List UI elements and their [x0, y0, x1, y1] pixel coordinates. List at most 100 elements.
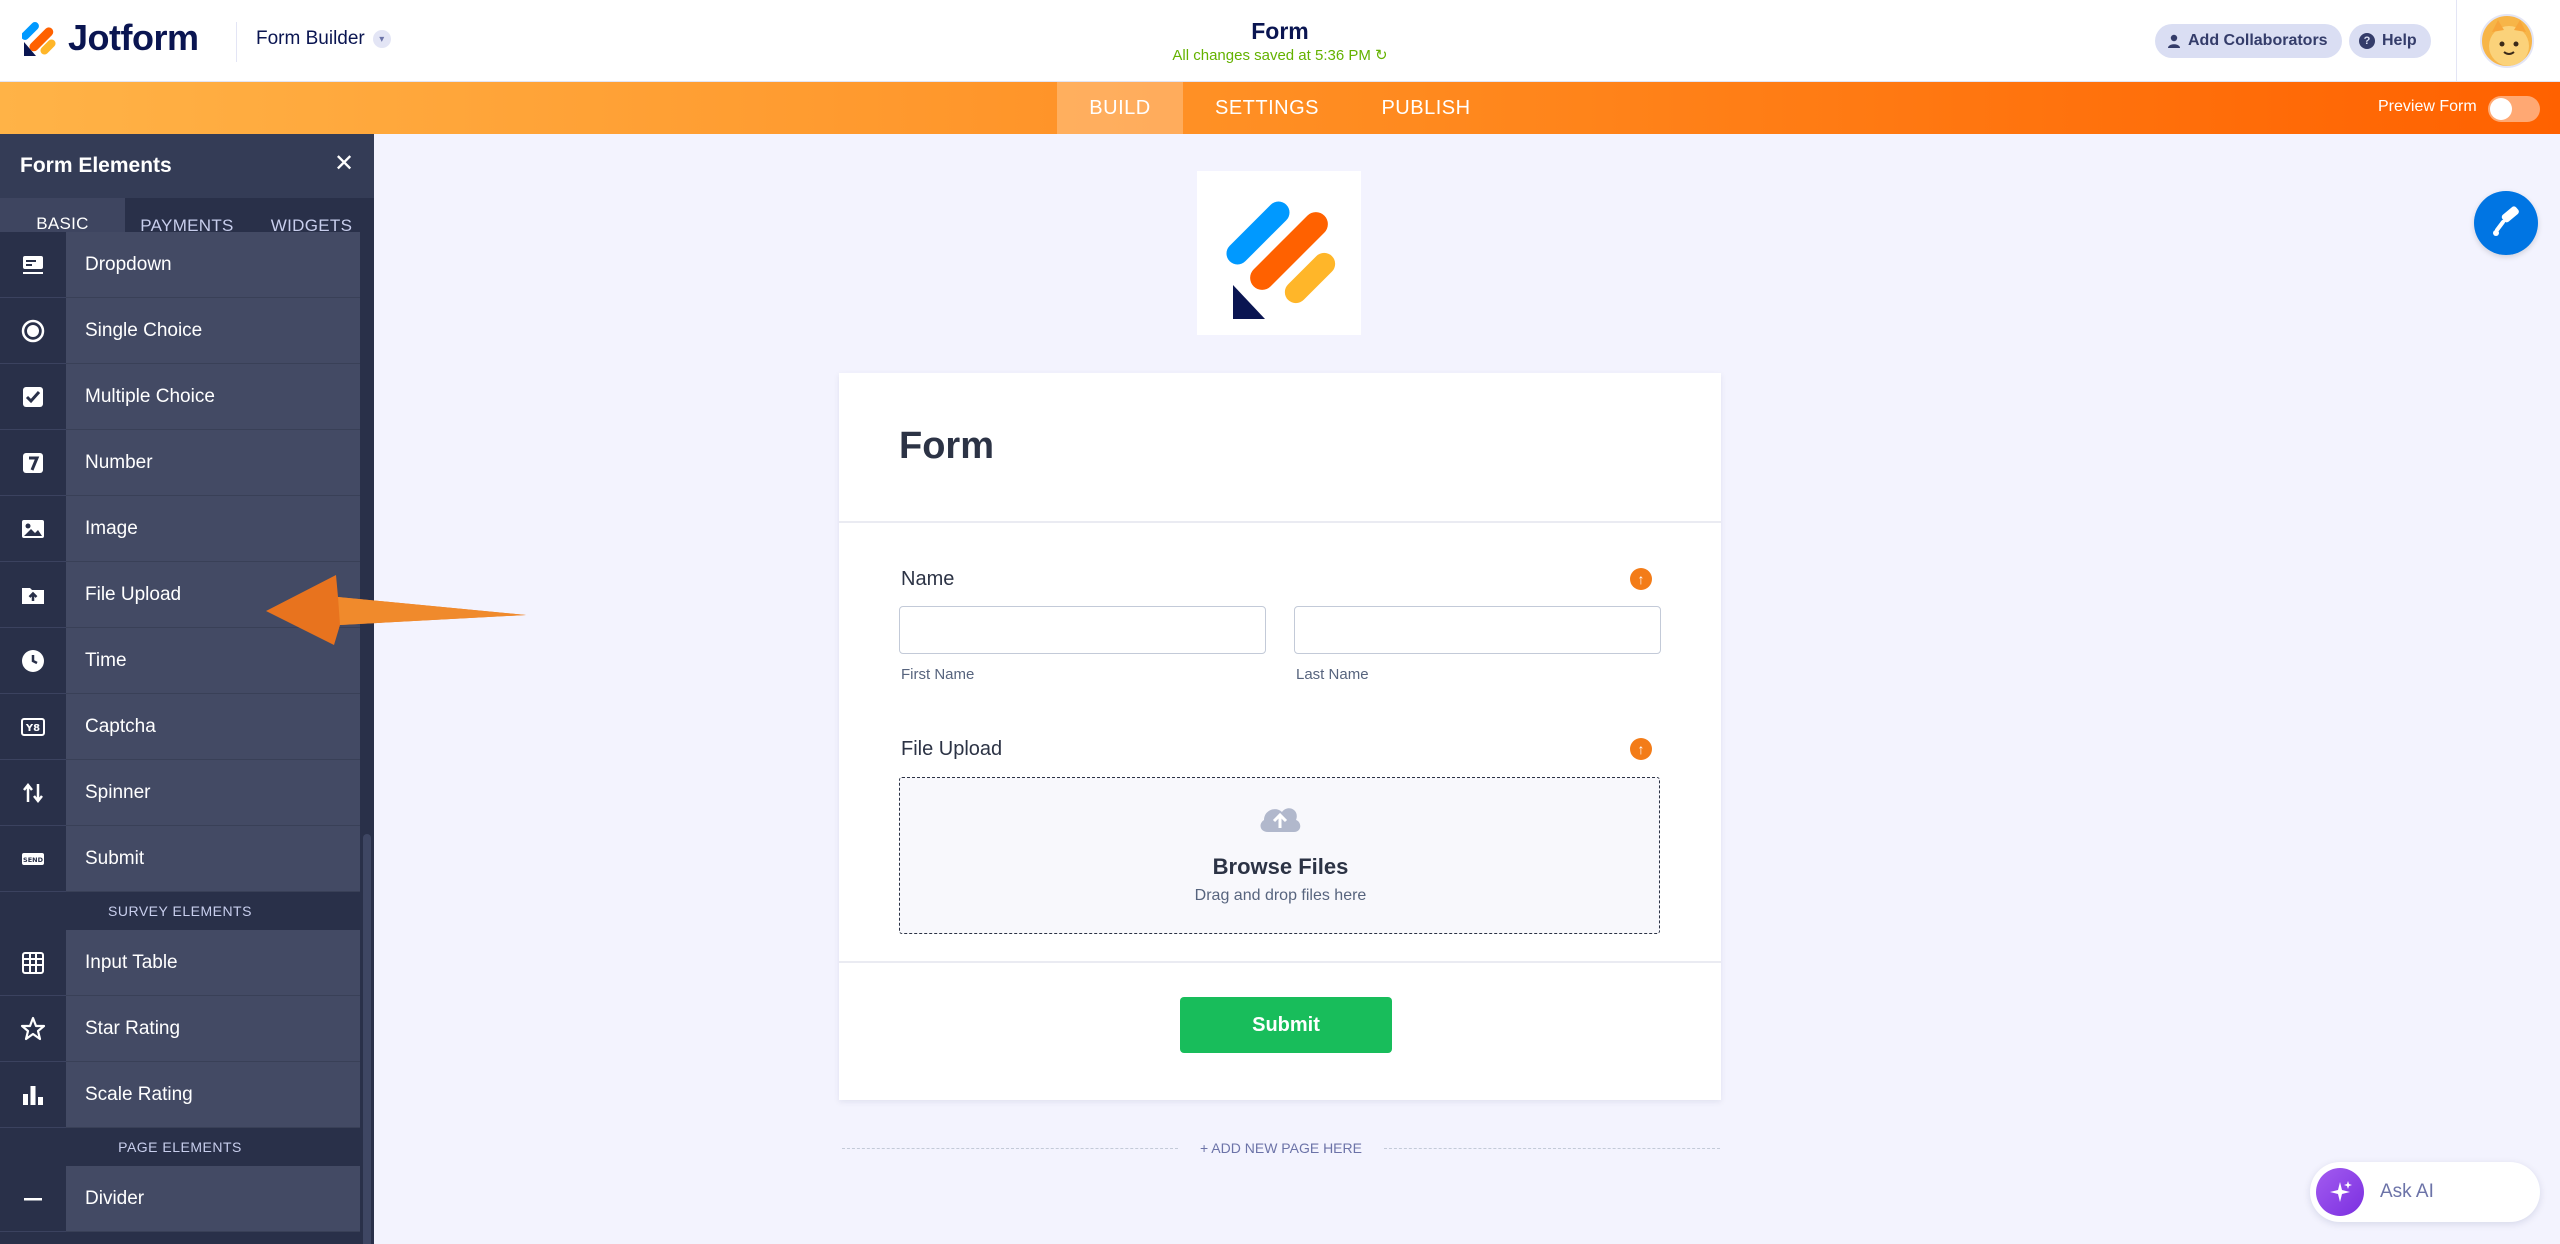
paint-roller-icon	[2493, 206, 2519, 236]
add-new-page[interactable]: + ADD NEW PAGE HERE	[842, 1137, 1720, 1159]
element-scale-rating[interactable]: Scale Rating	[0, 1062, 360, 1128]
table-icon	[0, 930, 66, 996]
divider-icon	[0, 1166, 66, 1232]
help-label: Help	[2382, 32, 2417, 49]
help-icon: ?	[2359, 33, 2375, 49]
element-label: Star Rating	[66, 996, 360, 1062]
jotform-logo-icon	[1226, 201, 1336, 319]
spinner-icon	[0, 760, 66, 826]
form-elements-panel: Form Elements ✕ BASIC PAYMENTS WIDGETS D…	[0, 134, 374, 1244]
header-divider-right	[2456, 0, 2457, 82]
ask-ai-button[interactable]: Ask AI	[2310, 1162, 2540, 1222]
element-multiple-choice[interactable]: Multiple Choice	[0, 364, 360, 430]
panel-title: Form Elements	[20, 154, 172, 177]
avatar[interactable]	[2480, 14, 2534, 68]
element-input-table[interactable]: Input Table	[0, 930, 360, 996]
form-builder-label: Form Builder	[256, 28, 365, 49]
form-logo[interactable]	[1197, 171, 1361, 335]
arrow-up-icon[interactable]: ↑	[1630, 738, 1652, 760]
svg-text:Y8: Y8	[25, 723, 40, 734]
submit-button[interactable]: Submit	[1180, 997, 1392, 1053]
file-upload-icon	[0, 562, 66, 628]
element-label: Spinner	[66, 760, 360, 826]
jotform-logo-icon	[22, 22, 56, 56]
tab-settings[interactable]: SETTINGS	[1197, 82, 1337, 134]
element-label: Scale Rating	[66, 1062, 360, 1128]
element-number[interactable]: Number	[0, 430, 360, 496]
refresh-icon: ↻	[1375, 47, 1388, 64]
add-new-page-label[interactable]: + ADD NEW PAGE HERE	[1178, 1140, 1384, 1156]
ask-ai-label: Ask AI	[2380, 1181, 2434, 1202]
chevron-down-icon: ▾	[372, 30, 391, 48]
help-button[interactable]: ? Help	[2349, 24, 2431, 58]
builder-navbar: BUILD SETTINGS PUBLISH Preview Form	[0, 82, 2560, 134]
element-label: Input Table	[66, 930, 360, 996]
element-divider[interactable]: Divider	[0, 1166, 360, 1232]
add-collaborators-button[interactable]: Add Collaborators	[2155, 24, 2342, 58]
add-collaborators-label: Add Collaborators	[2188, 32, 2328, 49]
form-title[interactable]: Form	[1080, 18, 1480, 45]
avatar-face-icon	[2489, 20, 2529, 66]
first-name-sublabel: First Name	[901, 666, 975, 683]
pointer-arrow-icon	[266, 575, 526, 645]
number-icon	[0, 430, 66, 496]
checkbox-icon	[0, 364, 66, 430]
element-label: Dropdown	[66, 232, 360, 298]
element-label: Single Choice	[66, 298, 360, 364]
form-card: Form Name ↑ First Name Last Name File Up…	[839, 373, 1721, 1100]
file-upload-label[interactable]: File Upload	[901, 738, 1002, 761]
element-label: Divider	[66, 1166, 360, 1232]
drag-drop-hint: Drag and drop files here	[1194, 887, 1367, 904]
element-label: Multiple Choice	[66, 364, 360, 430]
survey-elements-heading: SURVEY ELEMENTS	[0, 892, 360, 930]
close-icon[interactable]: ✕	[330, 150, 358, 178]
cloud-upload-icon	[1260, 808, 1301, 832]
tab-build[interactable]: BUILD	[1057, 82, 1183, 134]
last-name-field[interactable]	[1294, 606, 1661, 654]
panel-scrollbar-thumb[interactable]	[363, 834, 371, 1244]
toggle-knob	[2490, 98, 2512, 120]
captcha-icon: Y8	[0, 694, 66, 760]
clock-icon	[0, 628, 66, 694]
element-dropdown[interactable]: Dropdown	[0, 232, 360, 298]
top-header: Jotform Form Builder ▾ Form All changes …	[0, 0, 2560, 82]
form-heading[interactable]: Form	[899, 425, 994, 468]
element-label: Image	[66, 496, 360, 562]
dropdown-icon	[0, 232, 66, 298]
form-separator	[839, 961, 1721, 963]
star-icon	[0, 996, 66, 1062]
browse-files-label[interactable]: Browse Files	[900, 854, 1661, 880]
dashed-line	[842, 1148, 1178, 1149]
image-icon	[0, 496, 66, 562]
element-image[interactable]: Image	[0, 496, 360, 562]
sparkle-icon	[2316, 1168, 2364, 1216]
preview-form-label: Preview Form	[2378, 98, 2477, 115]
preview-form-toggle[interactable]	[2488, 96, 2540, 122]
arrow-up-icon[interactable]: ↑	[1630, 568, 1652, 590]
save-status-text: All changes saved at 5:36 PM	[1172, 47, 1371, 64]
element-captcha[interactable]: Y8 Captcha	[0, 694, 360, 760]
file-upload-dropzone[interactable]: Browse Files Drag and drop files here	[899, 777, 1660, 934]
element-submit[interactable]: SEND Submit	[0, 826, 360, 892]
bar-chart-icon	[0, 1062, 66, 1128]
first-name-field[interactable]	[899, 606, 1266, 654]
tab-publish[interactable]: PUBLISH	[1370, 82, 1482, 134]
element-single-choice[interactable]: Single Choice	[0, 298, 360, 364]
element-star-rating[interactable]: Star Rating	[0, 996, 360, 1062]
jotform-logo[interactable]: Jotform	[22, 17, 199, 59]
brand-name: Jotform	[68, 17, 199, 58]
save-status: All changes saved at 5:36 PM ↻	[1030, 46, 1530, 64]
send-icon: SEND	[0, 826, 66, 892]
header-divider	[236, 22, 237, 62]
form-builder-menu[interactable]: Form Builder ▾	[256, 28, 391, 50]
user-icon	[2168, 34, 2180, 48]
svg-text:SEND: SEND	[23, 856, 44, 864]
page-elements-heading: PAGE ELEMENTS	[0, 1128, 360, 1166]
dashed-line	[1384, 1148, 1720, 1149]
form-separator	[839, 521, 1721, 523]
element-spinner[interactable]: Spinner	[0, 760, 360, 826]
element-label: Number	[66, 430, 360, 496]
last-name-sublabel: Last Name	[1296, 666, 1369, 683]
form-designer-button[interactable]	[2474, 191, 2538, 255]
name-label[interactable]: Name	[901, 568, 954, 591]
